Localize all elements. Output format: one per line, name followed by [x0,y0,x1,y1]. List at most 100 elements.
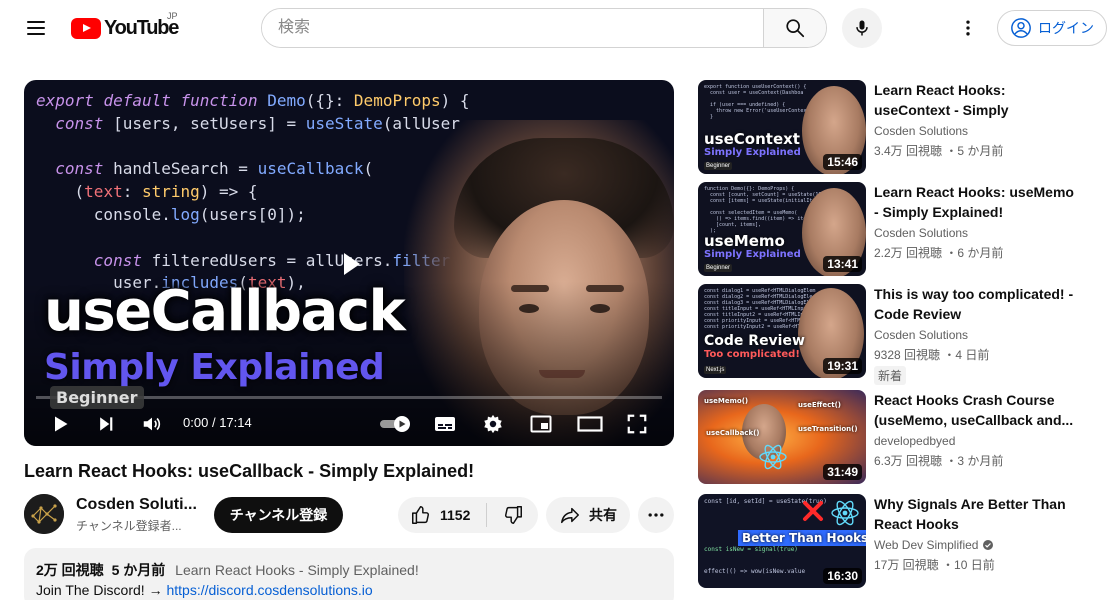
thumb-code-mid: const isNew = signal(true) [704,546,798,553]
thumb-subtitle: Too complicated! [704,349,800,360]
channel-avatar[interactable] [24,494,64,534]
more-actions-button[interactable] [638,497,674,533]
channel-subscriber-count: チャンネル登録者... [76,519,182,533]
channel-label: Cosden Solutions [874,226,969,240]
login-button[interactable]: ログイン [997,10,1107,46]
settings-button[interactable] [477,408,509,440]
subscribe-button[interactable]: チャンネル登録 [214,497,343,533]
video-thumbnail[interactable]: function Demo({}: DemoProps) { const [co… [698,182,866,276]
thumb-label: useMemo() [704,397,749,405]
thumbs-down-icon [504,506,522,524]
miniplayer-icon [530,415,552,433]
thumb-badge: Next.js [704,366,727,374]
discord-link[interactable]: https://discord.cosdensolutions.io [166,582,372,598]
time-separator: / [211,415,216,430]
youtube-logo[interactable]: YouTube JP [71,11,179,40]
like-button[interactable]: 1152 [398,497,486,533]
autoplay-toggle-icon [380,416,410,432]
theater-mode-button[interactable] [574,408,606,440]
thumb-label: useCallback() [706,429,760,437]
subtitles-button[interactable] [429,408,461,440]
search-input[interactable] [262,9,763,47]
video-duration: 15:46 [823,154,862,170]
thumb-title: useMemo [704,232,785,250]
video-duration: 13:41 [823,256,862,272]
channel-label: Web Dev Simplified [874,538,979,552]
miniplayer-button[interactable] [525,408,557,440]
mute-button[interactable] [136,408,168,440]
account-icon [1011,18,1031,38]
settings-menu-button[interactable] [952,12,984,44]
share-label: 共有 [589,507,617,523]
gear-icon [484,414,502,434]
related-video-stats: 6.3万 回視聴 ・3 か月前 [874,454,1004,468]
related-video-channel: Cosden Solutions [874,328,968,342]
search-box [261,8,827,48]
description-box[interactable]: 2万 回視聴 5 か月前 Learn React Hooks - Simply … [24,548,674,600]
thumb-code-bot: effect(() => wow(isNew.value [704,568,806,575]
related-video-item[interactable]: function Demo({}: DemoProps) { const [co… [698,182,1098,276]
time-current: 0:00 [183,415,209,430]
login-label: ログイン [1038,20,1094,36]
microphone-icon [856,20,868,36]
new-badge: 新着 [874,366,907,385]
related-video-title[interactable]: React Hooks Crash Course (useMemo, useCa… [874,390,1074,430]
top-bar: YouTube JP ログイン [0,0,1109,56]
description-title: Learn React Hooks - Simply Explained! [175,562,419,578]
thumb-title: useContext [704,130,800,148]
time-total: 17:14 [219,415,252,430]
subtitles-icon [435,417,455,431]
play-overlay-icon[interactable] [340,252,364,276]
channel-label: developedbyed [874,434,956,448]
thumb-label: useEffect() [798,401,841,409]
related-video-title[interactable]: Learn React Hooks: useContext - Simply E… [874,80,1074,120]
red-x-icon [803,501,823,521]
like-count: 1152 [440,507,471,523]
react-logo-icon [759,444,787,470]
share-button[interactable]: 共有 [546,497,630,533]
more-horiz-icon [648,513,664,517]
video-duration: 16:30 [823,568,862,584]
channel-name[interactable]: Cosden Soluti... [76,496,197,514]
more-vert-icon [966,20,970,36]
related-video-item[interactable]: const [id, setId] = useState(true) Bette… [698,494,1098,588]
related-video-channel: Web Dev Simplified [874,538,994,552]
next-button[interactable] [90,408,122,440]
thumbnail-subtitle: Simply Explained [44,347,385,388]
related-video-title[interactable]: This is way too complicated! - Code Revi… [874,284,1074,324]
search-button[interactable] [763,9,826,47]
voice-search-button[interactable] [842,8,882,48]
share-icon [561,507,579,524]
video-thumbnail[interactable]: const dialog1 = useRef<HTMLDialogElem co… [698,284,866,378]
view-count: 2万 回視聴 [36,562,104,578]
channel-label: Cosden Solutions [874,328,969,342]
video-player[interactable]: export default function Demo({}: DemoPro… [24,80,674,446]
related-video-item[interactable]: export function useUserContext() { const… [698,80,1098,174]
theater-mode-icon [577,416,603,432]
region-code: JP [167,11,178,21]
thumbnail-badge: Beginner [50,386,144,409]
related-video-title[interactable]: Learn React Hooks: useMemo - Simply Expl… [874,182,1074,222]
related-video-stats: 3.4万 回視聴 ・5 か月前 [874,144,1004,158]
related-video-channel: Cosden Solutions [874,124,968,138]
related-video-item[interactable]: useMemo() useEffect() useCallback() useT… [698,390,1098,484]
description-meta: 2万 回視聴 5 か月前 Learn React Hooks - Simply … [36,560,662,580]
upload-age: 5 か月前 [111,562,166,578]
menu-icon[interactable] [20,12,52,44]
react-logo-icon [831,500,859,526]
autoplay-toggle[interactable] [376,408,416,440]
description-line: Join The Discord! → https://discord.cosd… [36,580,662,600]
fullscreen-icon [627,414,647,434]
play-button[interactable] [44,408,76,440]
thumb-title: Code Review [704,333,805,349]
video-thumbnail[interactable]: export function useUserContext() { const… [698,80,866,174]
video-thumbnail[interactable]: const [id, setId] = useState(true) Bette… [698,494,866,588]
channel-logo-icon [24,494,64,534]
video-duration: 19:31 [823,358,862,374]
related-video-title[interactable]: Why Signals Are Better Than React Hooks [874,494,1074,534]
related-video-stats: 17万 回視聴 ・10 日前 [874,558,995,572]
dislike-button[interactable] [487,497,538,533]
video-thumbnail[interactable]: useMemo() useEffect() useCallback() useT… [698,390,866,484]
related-video-item[interactable]: const dialog1 = useRef<HTMLDialogElem co… [698,284,1098,385]
fullscreen-button[interactable] [621,408,653,440]
